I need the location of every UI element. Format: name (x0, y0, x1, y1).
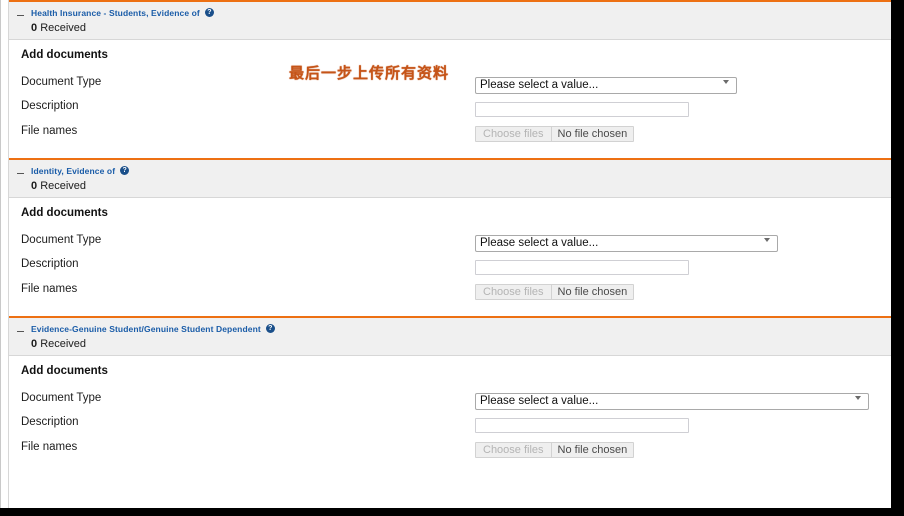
document-upload-list: Health Insurance - Students, Evidence of… (9, 0, 892, 508)
description-input[interactable] (475, 101, 689, 117)
file-names-row: File names Choose files No file chosen (9, 282, 892, 302)
file-upload-input[interactable]: Choose files No file chosen (475, 284, 635, 300)
section-body: Add documents Document Type Please selec… (9, 40, 892, 158)
received-count: 0 (31, 22, 38, 34)
upload-form: Document Type Please select a value... D… (9, 75, 892, 144)
screenshot-viewport: Health Insurance - Students, Evidence of… (0, 0, 904, 516)
help-icon-glyph: ? (207, 9, 212, 16)
file-status-text: No file chosen (557, 444, 628, 456)
section-title-link[interactable]: Evidence-Genuine Student/Genuine Student… (31, 324, 261, 334)
received-count: 0 (31, 180, 38, 192)
help-question-icon[interactable]: ? (265, 324, 275, 333)
help-question-icon[interactable]: ? (204, 8, 214, 17)
add-documents-heading: Add documents (21, 49, 108, 61)
section-header: Health Insurance - Students, Evidence of… (9, 2, 892, 40)
document-type-row: Document Type Please select a value... (9, 75, 892, 95)
choose-files-button[interactable]: Choose files (476, 127, 552, 141)
document-section: Evidence-Genuine Student/Genuine Student… (9, 316, 892, 474)
received-status: 0 Received (9, 338, 892, 350)
description-label: Description (21, 100, 79, 112)
chinese-annotation-overlay: 最后一步上传所有资料 (289, 65, 450, 82)
choose-files-button[interactable]: Choose files (476, 443, 552, 457)
file-upload-input[interactable]: Choose files No file chosen (475, 442, 635, 458)
section-header: Identity, Evidence of ? 0 Received (9, 160, 892, 198)
description-row: Description (9, 415, 892, 435)
section-header: Evidence-Genuine Student/Genuine Student… (9, 318, 892, 356)
received-label: Received (40, 180, 87, 192)
section-body: Add documents Document Type Please selec… (9, 198, 892, 316)
upload-form: Document Type Please select a value... D… (9, 391, 892, 460)
file-upload-input[interactable]: Choose files No file chosen (475, 126, 635, 142)
collapse-toggle-icon[interactable] (17, 165, 26, 176)
document-type-select[interactable]: Please select a value... (475, 235, 778, 252)
add-documents-heading: Add documents (21, 365, 108, 377)
description-row: Description (9, 257, 892, 277)
document-type-select-wrap: Please select a value... (475, 391, 869, 410)
document-section: Identity, Evidence of ? 0 Received Add d… (9, 158, 892, 316)
received-label: Received (40, 22, 87, 34)
document-type-select[interactable]: Please select a value... (475, 77, 737, 94)
received-count: 0 (31, 338, 38, 350)
document-type-row: Document Type Please select a value... (9, 233, 892, 253)
right-gutter (891, 0, 904, 516)
document-type-row: Document Type Please select a value... (9, 391, 892, 411)
received-label: Received (40, 338, 87, 350)
document-type-select[interactable]: Please select a value... (475, 393, 869, 410)
choose-files-button[interactable]: Choose files (476, 285, 552, 299)
description-label: Description (21, 258, 79, 270)
help-icon-glyph: ? (122, 167, 127, 174)
document-section: Health Insurance - Students, Evidence of… (9, 0, 892, 158)
bottom-gutter (0, 508, 891, 516)
add-documents-heading: Add documents (21, 207, 108, 219)
description-label: Description (21, 416, 79, 428)
collapse-toggle-icon[interactable] (17, 7, 26, 18)
file-status-text: No file chosen (557, 128, 628, 140)
file-names-label: File names (21, 283, 78, 295)
file-status-text: No file chosen (557, 286, 628, 298)
document-type-select-wrap: Please select a value... (475, 233, 778, 252)
file-names-label: File names (21, 441, 78, 453)
help-icon-glyph: ? (268, 325, 273, 332)
document-type-select-wrap: Please select a value... (475, 75, 737, 94)
section-title-link[interactable]: Health Insurance - Students, Evidence of (31, 8, 200, 18)
section-body: Add documents Document Type Please selec… (9, 356, 892, 474)
document-type-label: Document Type (21, 234, 102, 246)
received-status: 0 Received (9, 180, 892, 192)
description-input[interactable] (475, 417, 689, 433)
collapse-toggle-icon[interactable] (17, 323, 26, 334)
file-names-row: File names Choose files No file chosen (9, 440, 892, 460)
document-type-label: Document Type (21, 392, 102, 404)
help-question-icon[interactable]: ? (120, 166, 130, 175)
received-status: 0 Received (9, 22, 892, 34)
file-names-row: File names Choose files No file chosen (9, 124, 892, 144)
upload-form: Document Type Please select a value... D… (9, 233, 892, 302)
description-row: Description (9, 99, 892, 119)
description-input[interactable] (475, 259, 689, 275)
file-names-label: File names (21, 125, 78, 137)
section-title-link[interactable]: Identity, Evidence of (31, 166, 115, 176)
